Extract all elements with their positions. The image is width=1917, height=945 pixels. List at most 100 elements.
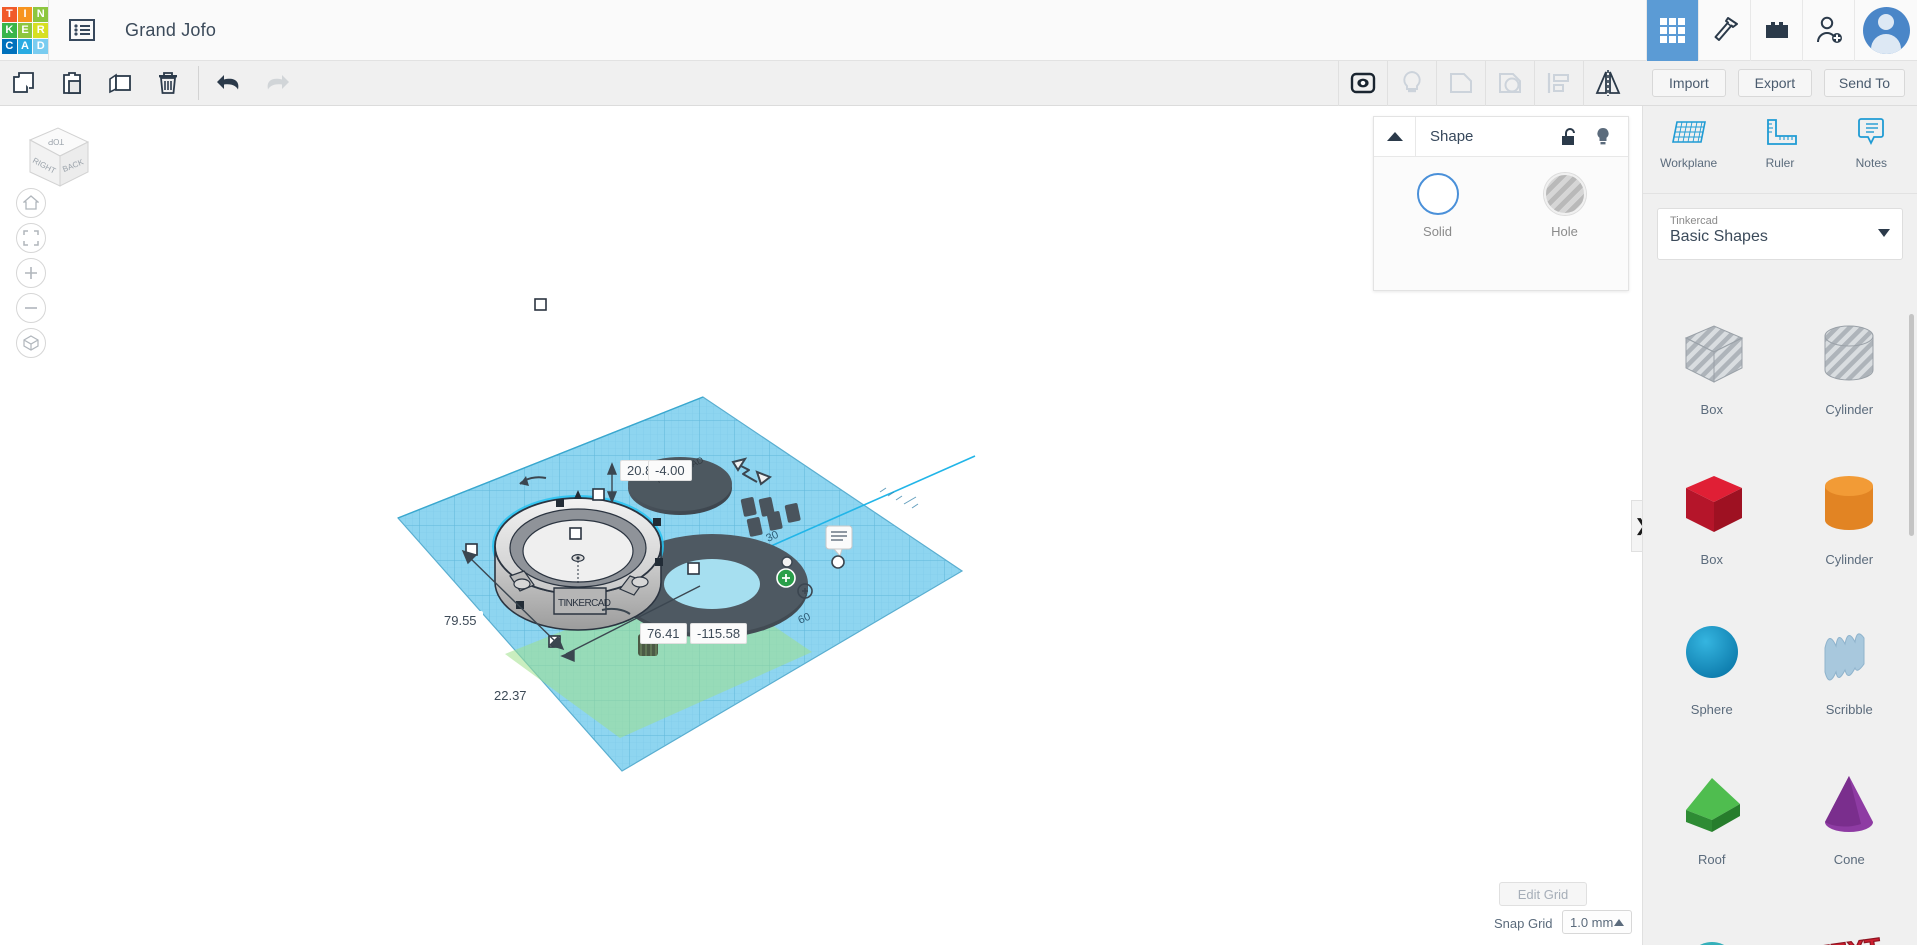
collapse-up-icon [1387, 132, 1403, 142]
shape-sphere[interactable]: Sphere [1643, 602, 1781, 752]
ruler-tool[interactable]: Ruler [1734, 116, 1825, 193]
ungroup-button[interactable] [1436, 61, 1485, 106]
shape-cone[interactable]: Cone [1781, 752, 1917, 902]
shape-properties-panel: Shape Solid Hole [1373, 116, 1629, 291]
ortho-perspective-toggle[interactable] [16, 328, 46, 358]
shape-panel-title: Shape [1430, 128, 1552, 145]
ungroup-icon [1448, 70, 1474, 96]
cylinder-icon [1809, 464, 1889, 544]
align-button[interactable] [1534, 61, 1583, 106]
workplane-icon [1669, 116, 1709, 150]
export-button[interactable]: Export [1738, 69, 1812, 97]
shape-label: Roof [1698, 852, 1725, 867]
solid-swatch-icon [1417, 173, 1459, 215]
x-position-label: -115.58 [690, 623, 747, 644]
chevron-up-icon [1614, 919, 1624, 926]
hammer-button[interactable] [1698, 0, 1750, 61]
shape-light-button[interactable] [1586, 117, 1620, 156]
shape-hole-box[interactable]: Box [1643, 302, 1781, 452]
unlock-icon [1561, 128, 1577, 146]
workplane-label: Workplane [1660, 156, 1717, 170]
sidebar-scrollbar[interactable] [1909, 314, 1914, 536]
mirror-icon [1594, 70, 1622, 96]
notes-icon [1851, 116, 1891, 150]
logo-tile-e: E [18, 23, 33, 38]
import-button[interactable]: Import [1652, 69, 1726, 97]
hole-cylinder-icon [1809, 314, 1889, 394]
shape-label: Cylinder [1825, 402, 1873, 417]
shape-hole-cylinder[interactable]: Cylinder [1781, 302, 1917, 452]
shape-cylinder[interactable]: Cylinder [1781, 452, 1917, 602]
shape-roof[interactable]: Roof [1643, 752, 1781, 902]
fit-frame-icon [23, 230, 39, 246]
scribble-icon [1809, 614, 1889, 694]
chevron-down-icon [1878, 229, 1890, 237]
hole-label: Hole [1551, 224, 1578, 239]
solid-label: Solid [1423, 224, 1452, 239]
logo-tile-a: A [18, 39, 33, 54]
shape-library-grid[interactable]: Box Cylinder [1643, 302, 1917, 945]
box-icon [1672, 464, 1752, 544]
shape-scribble[interactable]: Scribble [1781, 602, 1917, 752]
undo-button[interactable] [205, 61, 253, 106]
add-person-icon [1815, 16, 1843, 44]
light-button[interactable] [1387, 61, 1436, 106]
logo-tile-k: K [2, 23, 17, 38]
edit-toolbar: Import Export Send To [0, 61, 1917, 106]
brick-button[interactable] [1750, 0, 1802, 61]
paste-icon [60, 71, 84, 95]
copy-button[interactable] [0, 61, 48, 106]
toolbar-divider [198, 66, 199, 100]
send-to-button[interactable]: Send To [1824, 69, 1905, 97]
shape-row: Roof Cone [1643, 752, 1917, 902]
workplane-tool[interactable]: Workplane [1643, 116, 1734, 193]
duplicate-button[interactable] [96, 61, 144, 106]
add-person-button[interactable] [1802, 0, 1854, 61]
delete-button[interactable] [144, 61, 192, 106]
align-icon [1546, 71, 1572, 95]
shape-library-select[interactable]: Tinkercad Basic Shapes [1657, 208, 1903, 260]
top-bar: TINKERCAD Grand Jofo [0, 0, 1917, 61]
dome-icon [1672, 914, 1752, 945]
shape-label: Box [1701, 402, 1723, 417]
shape-label: Cylinder [1825, 552, 1873, 567]
paste-button[interactable] [48, 61, 96, 106]
snap-grid-value: 1.0 mm [1570, 915, 1613, 930]
view-cube[interactable]: TOP RIGHT BACK [12, 118, 92, 198]
home-icon [23, 195, 39, 211]
delete-icon [157, 71, 179, 95]
shape-row: Sphere Scribble [1643, 602, 1917, 752]
hole-toggle-icon [1497, 70, 1523, 96]
logo-tile-d: D [33, 39, 48, 54]
grid-apps-button[interactable] [1646, 0, 1698, 61]
shape-box[interactable]: Box [1643, 452, 1781, 602]
hole-toggle-button[interactable] [1485, 61, 1534, 106]
sphere-icon [1672, 614, 1752, 694]
solid-option[interactable]: Solid [1374, 173, 1501, 239]
shape-lock-button[interactable] [1552, 117, 1586, 156]
redo-button[interactable] [253, 61, 301, 106]
document-list-button[interactable] [49, 0, 115, 61]
hole-option[interactable]: Hole [1501, 173, 1628, 239]
shape-text[interactable]: TEXT [1781, 902, 1917, 945]
group-button[interactable] [1338, 61, 1387, 106]
ruler-icon [1760, 116, 1800, 150]
edit-grid-button[interactable]: Edit Grid [1499, 882, 1587, 906]
notes-tool[interactable]: Notes [1826, 116, 1917, 193]
home-view-button[interactable] [16, 188, 46, 218]
user-avatar-button[interactable] [1854, 0, 1917, 61]
width-dimension-label: 76.41 [640, 623, 687, 644]
logo-tile-r: R [33, 23, 48, 38]
snap-grid-select[interactable]: 1.0 mm [1562, 910, 1632, 934]
hole-swatch-icon [1544, 173, 1586, 215]
zoom-in-button[interactable] [16, 258, 46, 288]
tinkercad-logo[interactable]: TINKERCAD [2, 7, 48, 54]
zoom-out-button[interactable] [16, 293, 46, 323]
shape-row: Box Cylinder [1643, 302, 1917, 452]
shape-panel-collapse-button[interactable] [1374, 117, 1416, 156]
fit-to-view-button[interactable] [16, 223, 46, 253]
hole-box-icon [1672, 314, 1752, 394]
light-icon [1400, 70, 1424, 96]
mirror-button[interactable] [1583, 61, 1632, 106]
shape-dome[interactable] [1643, 902, 1781, 945]
